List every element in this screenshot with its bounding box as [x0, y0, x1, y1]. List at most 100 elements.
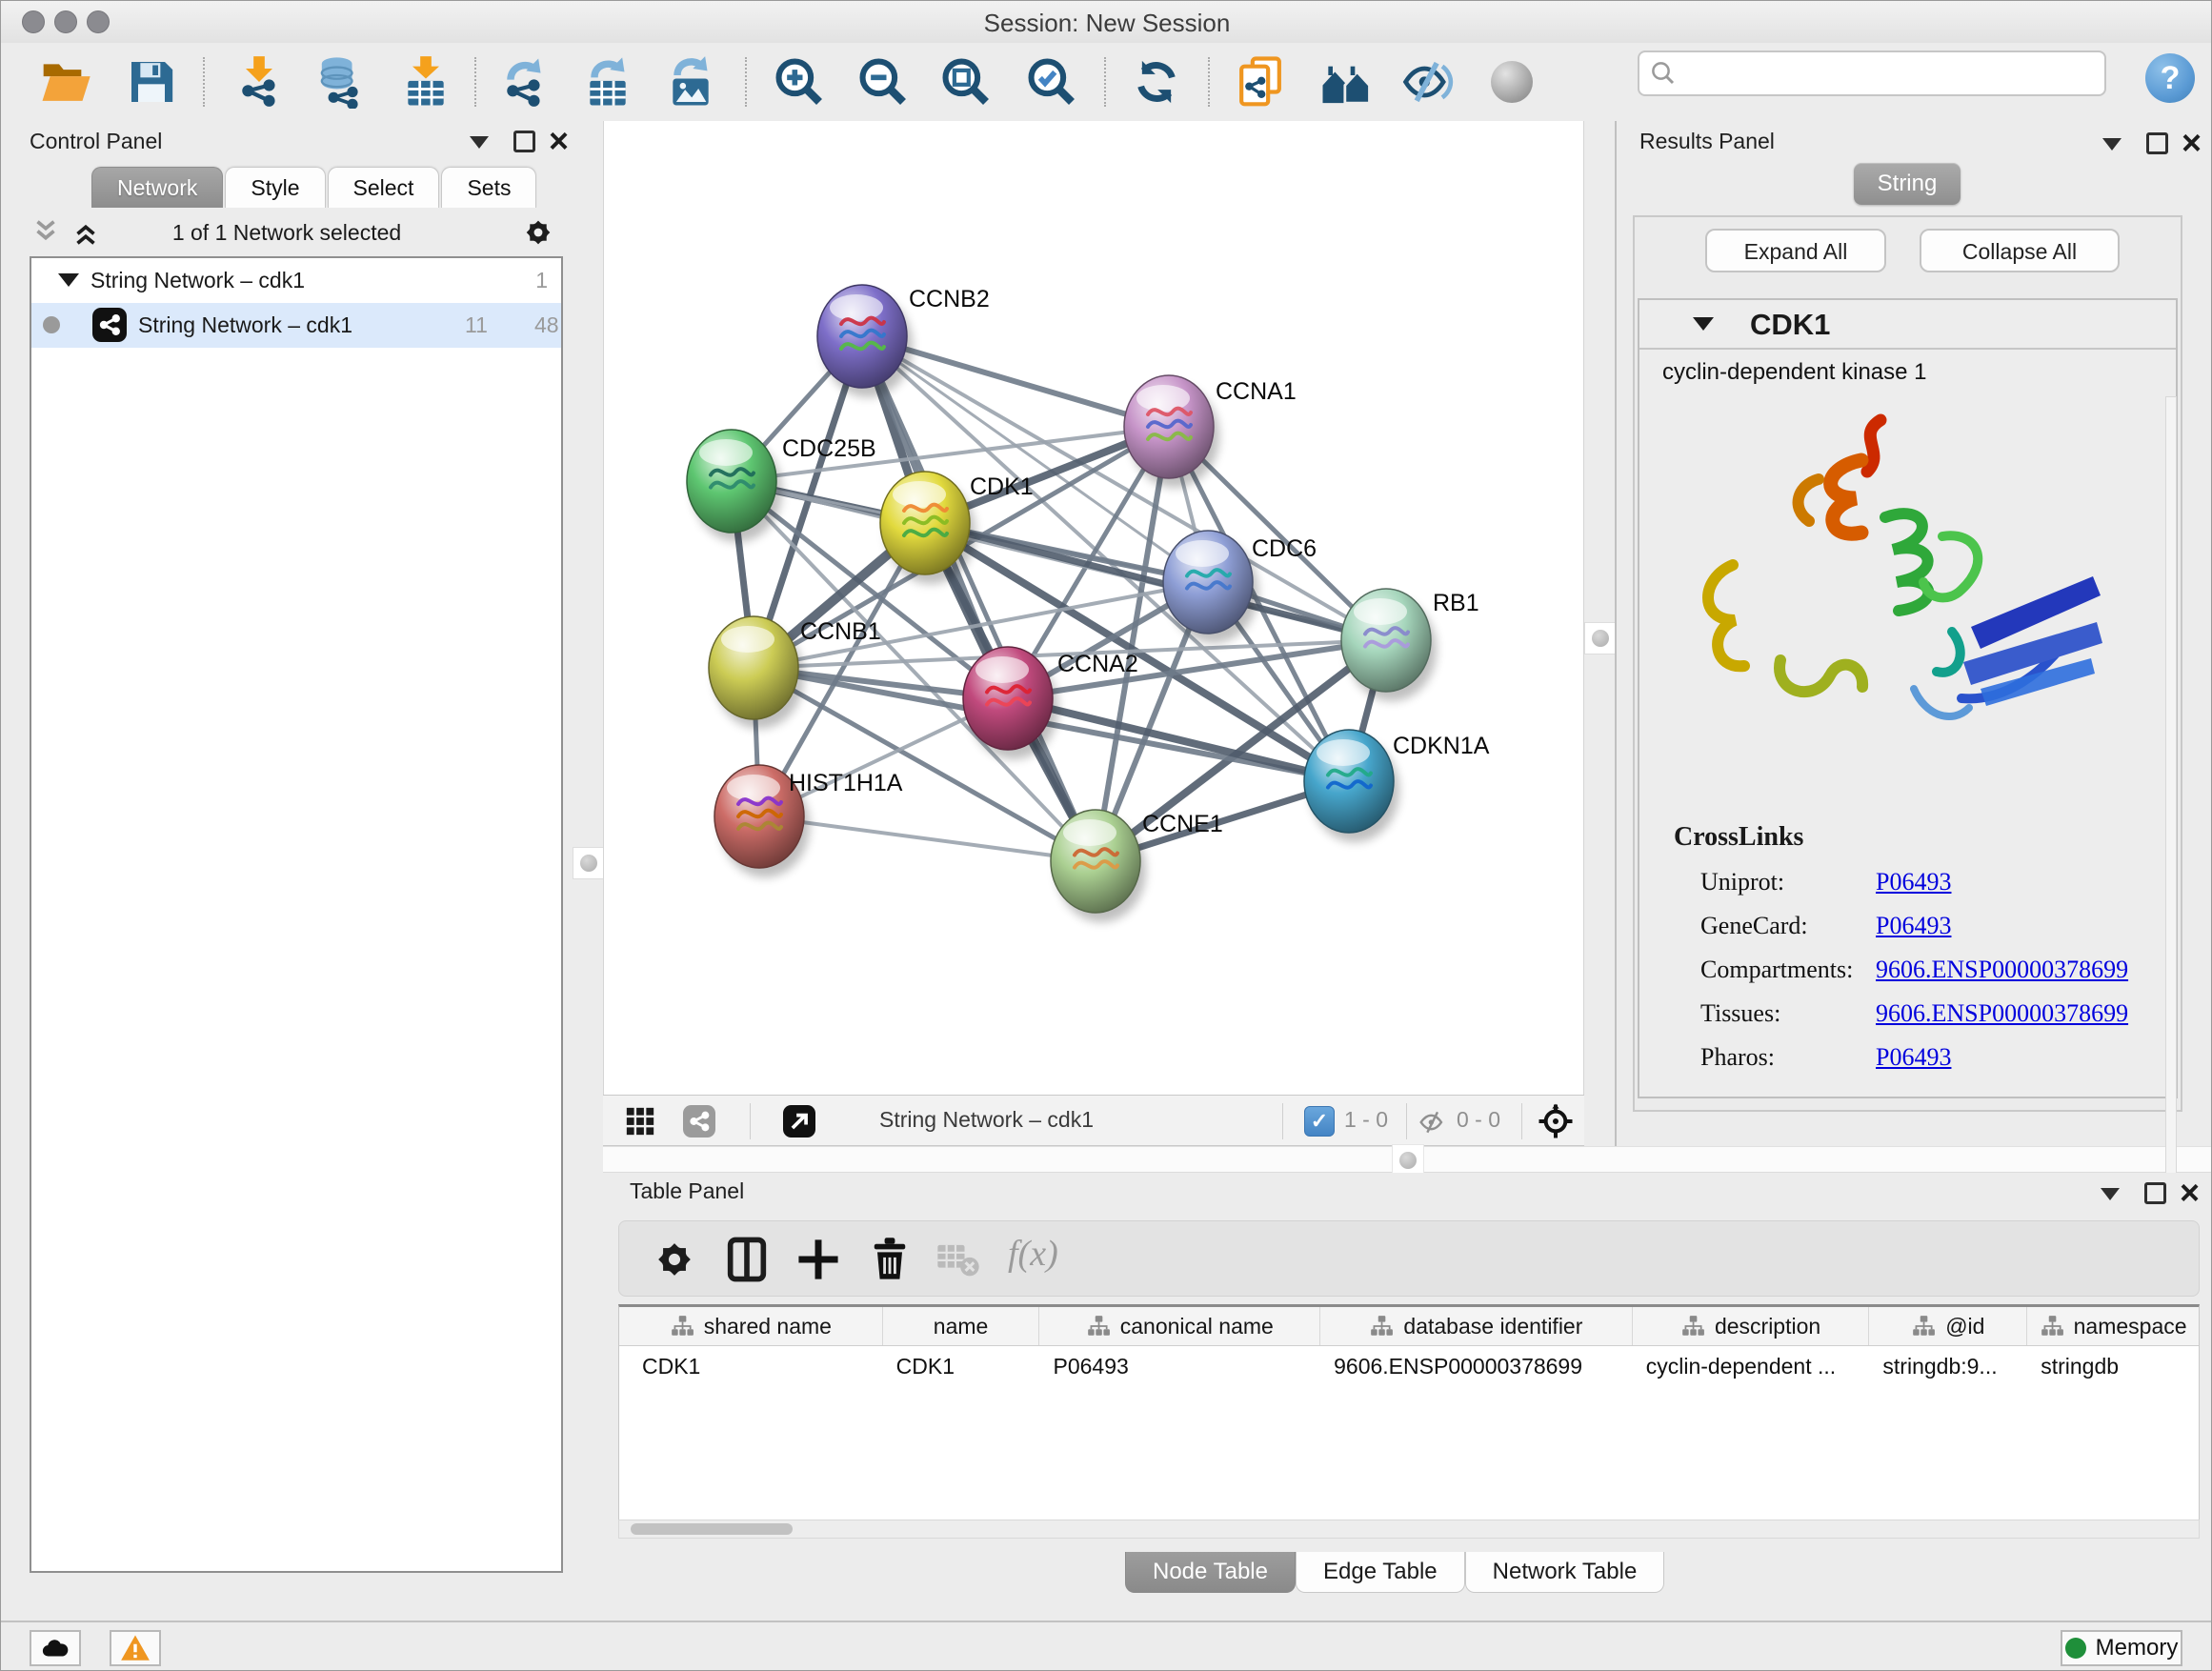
add-column-icon[interactable] — [794, 1235, 843, 1284]
zoom-fit-icon[interactable] — [939, 55, 993, 109]
left-splitter[interactable] — [573, 121, 603, 1146]
float-panel-icon[interactable] — [470, 136, 489, 149]
scrollbar-thumb[interactable] — [631, 1523, 793, 1535]
delete-column-trash-icon[interactable] — [865, 1235, 915, 1284]
network-node-RB1[interactable]: RB1 — [1341, 589, 1479, 701]
tab-sets[interactable]: Sets — [441, 167, 536, 208]
close-panel-icon[interactable]: × — [2182, 131, 2202, 155]
search-input[interactable] — [1678, 60, 2081, 87]
center-view-icon[interactable] — [1537, 1102, 1575, 1145]
network-snapshot-icon[interactable] — [1234, 55, 1287, 109]
results-scrollbar[interactable] — [2165, 396, 2177, 1193]
node-label: CCNE1 — [1142, 811, 1223, 837]
open-folder-icon[interactable] — [39, 55, 92, 109]
hide-graphics-details-icon[interactable] — [1402, 55, 1456, 109]
import-network-database-icon[interactable] — [312, 55, 366, 109]
crosslink-genecard-link[interactable]: P06493 — [1876, 912, 1951, 940]
export-table-icon[interactable] — [581, 55, 634, 109]
tab-edge-table[interactable]: Edge Table — [1296, 1552, 1465, 1593]
import-table-icon[interactable] — [399, 55, 452, 109]
cell-namespace[interactable]: stringdb — [2027, 1346, 2199, 1386]
column-header-description[interactable]: description — [1633, 1307, 1870, 1345]
expand-all-button[interactable]: Expand All — [1705, 229, 1886, 272]
maximize-panel-icon[interactable] — [513, 131, 535, 152]
column-header-name[interactable]: name — [883, 1307, 1040, 1345]
cell-shared-name[interactable]: CDK1 — [619, 1346, 883, 1386]
network-edge[interactable] — [759, 816, 1096, 861]
column-header-id[interactable]: @id — [1869, 1307, 2027, 1345]
network-node-CCNB2[interactable]: CCNB2 — [817, 285, 990, 397]
cell-id[interactable]: stringdb:9... — [1869, 1346, 2027, 1386]
gene-section-header[interactable]: CDK1 — [1639, 300, 2176, 350]
network-node-CDK1[interactable]: CDK1 — [880, 472, 1034, 584]
left-splitter-handle[interactable] — [573, 847, 605, 879]
network-node-CDC25B[interactable]: CDC25B — [687, 430, 876, 542]
open-in-browser-icon[interactable] — [783, 1105, 815, 1142]
right-splitter-handle[interactable] — [1584, 622, 1617, 654]
network-collection-row[interactable]: String Network – cdk1 1 — [31, 258, 561, 303]
float-panel-icon[interactable] — [2102, 138, 2122, 151]
cell-canonical-name[interactable]: P06493 — [1039, 1346, 1320, 1386]
crosslink-compartments-link[interactable]: 9606.ENSP00000378699 — [1876, 956, 2128, 984]
refresh-icon[interactable] — [1130, 55, 1183, 109]
close-panel-icon[interactable]: × — [549, 129, 569, 153]
tab-select[interactable]: Select — [328, 167, 440, 208]
network-row-selected[interactable]: String Network – cdk1 11 48 — [31, 303, 561, 348]
network-node-CCNA2[interactable]: CCNA2 — [963, 647, 1138, 759]
select-columns-icon[interactable] — [722, 1235, 772, 1284]
cell-name[interactable]: CDK1 — [883, 1346, 1040, 1386]
node-label: HIST1H1A — [789, 770, 903, 796]
cell-database-identifier[interactable]: 9606.ENSP00000378699 — [1320, 1346, 1633, 1386]
column-header-namespace[interactable]: namespace — [2027, 1307, 2199, 1345]
home-icon[interactable] — [1319, 55, 1373, 109]
export-network-icon[interactable] — [497, 55, 551, 109]
crosslink-tissues-link[interactable]: 9606.ENSP00000378699 — [1876, 999, 2128, 1028]
birds-eye-grid-icon[interactable] — [624, 1105, 656, 1142]
tab-node-table[interactable]: Node Table — [1125, 1552, 1296, 1593]
zoom-out-icon[interactable] — [856, 55, 910, 109]
column-header-canonical-name[interactable]: canonical name — [1039, 1307, 1320, 1345]
collapse-all-button[interactable]: Collapse All — [1920, 229, 2120, 272]
zoom-selected-icon[interactable] — [1025, 55, 1078, 109]
show-graphics-details-icon[interactable] — [1485, 55, 1538, 109]
network-node-HIST1H1A[interactable]: HIST1H1A — [714, 765, 903, 877]
table-settings-gear-icon[interactable] — [650, 1235, 699, 1284]
cell-description[interactable]: cyclin-dependent ... — [1633, 1346, 1870, 1386]
collapse-arrow-icon[interactable] — [58, 273, 79, 287]
main-toolbar: ? — [1, 43, 2212, 123]
string-panel-icon[interactable] — [683, 1105, 715, 1142]
network-view-canvas[interactable]: CCNB2CCNA1CDC25BCDK1CDC6RB1CCNB1CCNA2CDK… — [603, 121, 1584, 1095]
crosslink-pharos-link[interactable]: P06493 — [1876, 1043, 1951, 1072]
network-options-gear-icon[interactable] — [520, 214, 556, 255]
cloud-status-button[interactable] — [30, 1630, 81, 1666]
selected-checkbox-icon[interactable]: ✓ — [1304, 1106, 1335, 1137]
table-row[interactable]: CDK1 CDK1 P06493 9606.ENSP00000378699 cy… — [619, 1346, 2199, 1386]
horizontal-splitter[interactable] — [603, 1146, 2212, 1173]
tab-network[interactable]: Network — [91, 167, 223, 208]
tab-style[interactable]: Style — [225, 167, 325, 208]
tab-string[interactable]: String — [1854, 163, 1961, 205]
table-horizontal-scrollbar[interactable] — [618, 1520, 2200, 1539]
float-panel-icon[interactable] — [2101, 1188, 2120, 1200]
maximize-panel-icon[interactable] — [2146, 132, 2168, 154]
column-header-shared-name[interactable]: shared name — [619, 1307, 883, 1345]
help-button[interactable]: ? — [2145, 53, 2195, 103]
export-image-icon[interactable] — [664, 55, 717, 109]
zoom-in-icon[interactable] — [773, 55, 826, 109]
collapse-arrow-icon[interactable] — [1693, 317, 1714, 331]
import-network-icon[interactable] — [232, 55, 286, 109]
warning-status-button[interactable] — [110, 1630, 161, 1666]
maximize-panel-icon[interactable] — [2144, 1182, 2166, 1204]
close-panel-icon[interactable]: × — [2180, 1180, 2200, 1205]
crosslink-uniprot-link[interactable]: P06493 — [1876, 868, 1951, 896]
memory-button[interactable]: Memory — [2061, 1630, 2182, 1666]
tab-network-table[interactable]: Network Table — [1465, 1552, 1665, 1593]
right-splitter[interactable] — [1584, 121, 1615, 1146]
save-session-icon[interactable] — [125, 55, 178, 109]
network-view-toolbar: String Network – cdk1 ✓ 1 - 0 0 - 0 — [603, 1095, 1584, 1146]
column-header-database-identifier[interactable]: database identifier — [1320, 1307, 1633, 1345]
network-node-CDKN1A[interactable]: CDKN1A — [1304, 730, 1490, 842]
toolbar-search[interactable] — [1638, 50, 2106, 96]
network-node-CCNA1[interactable]: CCNA1 — [1124, 375, 1297, 488]
horizontal-splitter-handle[interactable] — [1392, 1144, 1424, 1177]
